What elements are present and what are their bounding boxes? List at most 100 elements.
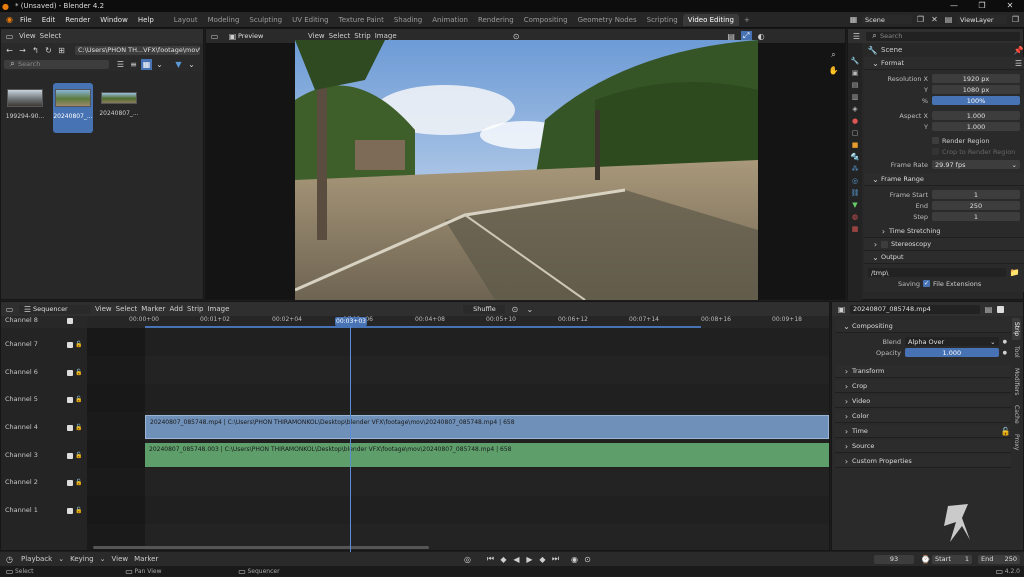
sound-strip[interactable]: 20240807_085748.003 | C:\Users\PHON THIR… — [145, 443, 829, 467]
next-keyframe-icon[interactable]: ◆ — [537, 554, 548, 565]
frame-range-panel-header[interactable]: ⌄ Frame Range — [864, 173, 1024, 186]
start-frame-field[interactable]: Start 1 — [932, 554, 972, 564]
channel-lock-icon[interactable]: 🔓 — [75, 452, 82, 459]
tab-video-editing[interactable]: Video Editing — [682, 13, 739, 26]
editor-type-icon[interactable]: ◷ — [4, 554, 15, 565]
tab-animation[interactable]: Animation — [427, 14, 473, 26]
preview-menu-view[interactable]: View — [308, 32, 325, 40]
auto-keying-icon[interactable]: ◎ — [462, 554, 473, 565]
output-panel-header[interactable]: ⌄ Output — [864, 251, 1024, 264]
channel-lock-icon[interactable]: 🔓 — [75, 507, 82, 514]
menu-render[interactable]: Render — [60, 16, 95, 24]
preview-menu-strip[interactable]: Strip — [354, 32, 370, 40]
preview-menu-select[interactable]: Select — [329, 32, 351, 40]
blend-dropdown[interactable]: Alpha Over ⌄ — [905, 337, 999, 346]
sidebar-tab-proxy[interactable]: Proxy — [1012, 429, 1021, 455]
horizontal-scrollbar[interactable] — [93, 546, 429, 549]
file-thumbnail-selected[interactable]: 20240807_... — [53, 83, 93, 133]
menu-help[interactable]: Help — [133, 16, 159, 24]
new-folder-icon[interactable]: ⊞ — [56, 45, 67, 56]
parent-dir-icon[interactable]: ↰ — [30, 45, 41, 56]
transform-panel-header[interactable]: › Transform — [835, 365, 1011, 378]
loop-icon[interactable]: ◉ — [569, 554, 580, 565]
menu-file[interactable]: File — [15, 16, 37, 24]
channel-label[interactable]: Channel 3 — [5, 451, 38, 459]
channel-label[interactable]: Channel 6 — [5, 368, 38, 376]
fb-menu-select[interactable]: Select — [40, 32, 62, 40]
tab-shading[interactable]: Shading — [389, 14, 427, 26]
seq-menu-add[interactable]: Add — [169, 305, 183, 313]
channel-mute-checkbox[interactable] — [67, 318, 73, 324]
channel-mute-checkbox[interactable] — [67, 453, 73, 459]
close-button[interactable]: ✕ — [996, 0, 1024, 12]
forward-icon[interactable]: → — [17, 45, 28, 56]
display-settings-icon[interactable]: ⌄ — [154, 59, 165, 70]
properties-search-input[interactable]: ⌕ Search — [866, 31, 1020, 41]
file-search-input[interactable]: ⌕ Search — [4, 59, 109, 69]
stereoscopy-checkbox[interactable] — [881, 240, 888, 248]
presets-icon[interactable]: ☰ — [1013, 58, 1024, 69]
refresh-icon[interactable]: ↻ — [43, 45, 54, 56]
channel-mute-checkbox[interactable] — [67, 425, 73, 431]
scene-selector[interactable]: Scene — [862, 15, 912, 24]
editor-type-icon[interactable]: ▭ — [209, 31, 220, 42]
channel-lock-icon[interactable]: 🔓 — [75, 396, 82, 403]
keying-menu[interactable]: Keying — [70, 555, 94, 563]
frame-end-field[interactable]: 250 — [932, 201, 1020, 210]
maximize-button[interactable]: ❐ — [968, 0, 996, 12]
play-icon[interactable]: ▶ — [524, 554, 535, 565]
tab-modeling[interactable]: Modeling — [203, 14, 245, 26]
modifier-tab-icon[interactable]: 🔩 — [851, 153, 860, 161]
zoom-icon[interactable]: ⌕ — [828, 49, 839, 60]
channel-label[interactable]: Channel 1 — [5, 506, 38, 514]
timeline-view-menu[interactable]: View — [112, 555, 129, 563]
output-tab-icon[interactable]: ▤ — [852, 81, 859, 89]
path-field[interactable]: C:\Users\PHON TH...VFX\footage\mov\ — [75, 45, 200, 55]
back-icon[interactable]: ← — [4, 45, 15, 56]
menu-edit[interactable]: Edit — [37, 16, 61, 24]
frame-start-field[interactable]: 1 — [932, 190, 1020, 199]
playback-menu[interactable]: Playback — [21, 555, 52, 563]
world-tab-icon[interactable]: ● — [852, 117, 858, 125]
pan-hand-icon[interactable]: ✋ — [828, 65, 839, 76]
video-panel-header[interactable]: › Video — [835, 395, 1011, 408]
tab-uv-editing[interactable]: UV Editing — [287, 14, 334, 26]
collection-tab-icon[interactable]: ▢ — [852, 129, 859, 137]
jump-end-icon[interactable]: ⏭ — [550, 554, 561, 565]
aspect-y-field[interactable]: 1.000 — [932, 122, 1020, 131]
short-list-icon[interactable]: ≡ — [128, 59, 139, 70]
playhead-line[interactable] — [350, 316, 351, 552]
tab-scripting[interactable]: Scripting — [642, 14, 683, 26]
editor-type-icon[interactable]: ▭ — [4, 304, 15, 315]
strip-enable-checkbox[interactable] — [997, 305, 1004, 313]
tab-geometry-nodes[interactable]: Geometry Nodes — [573, 14, 642, 26]
menu-window[interactable]: Window — [95, 16, 133, 24]
record-icon[interactable]: ⊙ — [582, 554, 593, 565]
source-panel-header[interactable]: › Source — [835, 440, 1011, 453]
custom-properties-panel-header[interactable]: › Custom Properties — [835, 455, 1011, 468]
compositing-panel-header[interactable]: ⌄ Compositing — [835, 320, 1011, 333]
channel-lock-icon[interactable]: 🔓 — [75, 479, 82, 486]
channel-label[interactable]: Channel 2 — [5, 478, 38, 486]
data-tab-icon[interactable]: ▼ — [852, 201, 857, 209]
movie-strip[interactable]: 20240807_085748.mp4 | C:\Users\PHON THIR… — [145, 415, 829, 439]
delete-scene-icon[interactable]: ✕ — [929, 14, 940, 25]
tab-texture-paint[interactable]: Texture Paint — [334, 14, 389, 26]
snap-options-icon[interactable]: ⌄ — [524, 304, 535, 315]
sidebar-tab-modifiers[interactable]: Modifiers — [1012, 363, 1021, 400]
channel-lock-icon[interactable]: 🔓 — [75, 424, 82, 431]
scene-tab-icon[interactable]: ◈ — [852, 105, 857, 113]
play-reverse-icon[interactable]: ◀ — [511, 554, 522, 565]
channel-mute-checkbox[interactable] — [67, 397, 73, 403]
sidebar-tab-cache[interactable]: Cache — [1012, 401, 1021, 428]
strip-name-field[interactable]: 20240807_085748.mp4 — [850, 304, 980, 314]
prev-keyframe-icon[interactable]: ◆ — [498, 554, 509, 565]
aspect-x-field[interactable]: 1.000 — [932, 111, 1020, 120]
thumbnail-view-icon[interactable]: ▦ — [141, 58, 152, 70]
view-layer-icon[interactable]: ▤ — [943, 14, 954, 25]
preview-menu-image[interactable]: Image — [375, 32, 397, 40]
snap-icon[interactable]: ⊙ — [509, 304, 520, 315]
filter-icon[interactable]: ▼ — [173, 59, 184, 70]
minimize-button[interactable]: — — [940, 0, 968, 12]
tab-rendering[interactable]: Rendering — [473, 14, 519, 26]
